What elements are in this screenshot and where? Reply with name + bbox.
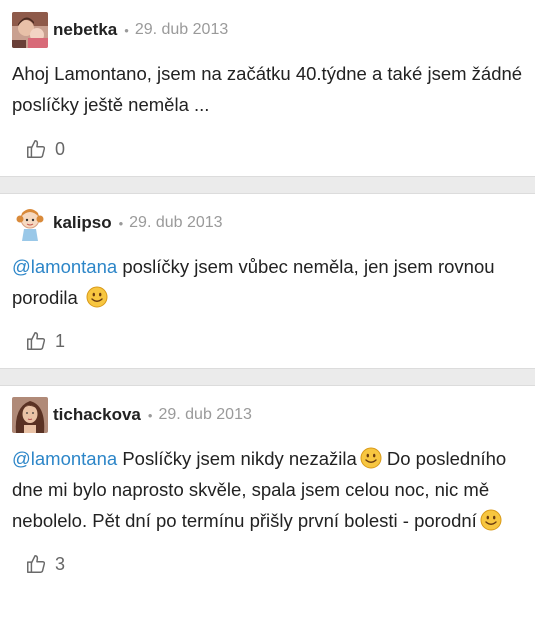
author-name[interactable]: tichackova (53, 405, 141, 425)
comment-header: tichackova • 29. dub 2013 (0, 397, 535, 433)
comment-body: Ahoj Lamontano, jsem na začátku 40.týdne… (12, 63, 523, 115)
comment-date: 29. dub 2013 (158, 406, 252, 423)
like-count: 1 (55, 330, 66, 351)
comment-kalipso: kalipso • 29. dub 2013 @lamontana poslíč… (0, 194, 535, 357)
like-count: 3 (55, 553, 66, 574)
mention-link[interactable]: @lamontana (12, 256, 117, 277)
meta-separator: • (124, 22, 129, 38)
comment-text: @lamontana Poslíčky jsem nikdy nezažila … (0, 443, 535, 536)
avatar-nebetka[interactable] (12, 12, 48, 48)
comment-date: 29. dub 2013 (129, 214, 223, 231)
comment-separator (0, 368, 535, 386)
avatar-tichackova[interactable] (12, 397, 48, 433)
like-button[interactable]: 0 (0, 133, 535, 165)
mention-link[interactable]: @lamontana (12, 448, 117, 469)
thumbs-up-icon (27, 555, 46, 573)
comment-text: Ahoj Lamontano, jsem na začátku 40.týdne… (0, 58, 535, 120)
comment-separator (0, 176, 535, 194)
comment-text: @lamontana poslíčky jsem vůbec neměla, j… (0, 251, 535, 313)
avatar-kalipso[interactable] (12, 205, 48, 241)
thumbs-up-icon (27, 332, 46, 350)
thumbs-up-icon (27, 140, 46, 158)
like-count: 0 (55, 138, 66, 159)
meta-separator: • (147, 407, 153, 423)
like-button[interactable]: 1 (0, 325, 535, 357)
meta-separator: • (118, 215, 124, 231)
comment-header: nebetka • 29. dub 2013 (0, 12, 535, 48)
like-button[interactable]: 3 (0, 548, 535, 580)
smiley-emoji-icon (360, 447, 382, 469)
smiley-emoji-icon (480, 509, 502, 531)
author-name[interactable]: nebetka (53, 20, 117, 40)
comment-nebetka: nebetka • 29. dub 2013 Ahoj Lamontano, j… (0, 0, 535, 165)
smiley-emoji-icon (86, 286, 108, 308)
comment-header: kalipso • 29. dub 2013 (0, 205, 535, 241)
comment-date: 29. dub 2013 (134, 21, 229, 38)
author-name[interactable]: kalipso (53, 213, 112, 233)
comment-body-start: Poslíčky jsem nikdy nezažila (117, 448, 357, 469)
comment-tichackova: tichackova • 29. dub 2013 @lamontana Pos… (0, 386, 535, 580)
